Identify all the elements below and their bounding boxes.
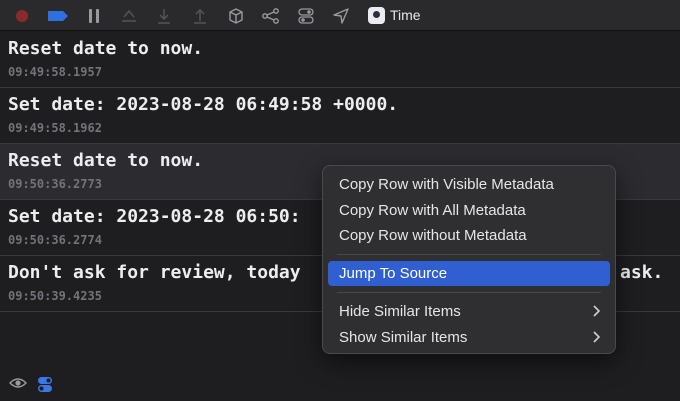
tag-icon[interactable] <box>47 6 69 26</box>
pause-icon[interactable] <box>86 6 102 26</box>
menu-item-jump-to-source[interactable]: Jump To Source <box>328 261 610 286</box>
toolbar: Time <box>0 0 680 31</box>
cube-icon[interactable] <box>227 6 245 26</box>
log-message: Don't ask for review, today <box>8 262 301 283</box>
eye-icon[interactable] <box>9 376 27 395</box>
menu-item-label: Hide Similar Items <box>339 303 461 320</box>
metadata-toggle-icon[interactable] <box>37 376 53 398</box>
download-icon[interactable] <box>156 6 172 26</box>
record-icon[interactable] <box>14 6 30 26</box>
menu-item-copy-all-metadata[interactable]: Copy Row with All Metadata <box>328 198 610 223</box>
log-row[interactable]: Set date: 2023-08-28 06:49:58 +0000. 09:… <box>0 88 680 144</box>
context-menu: Copy Row with Visible Metadata Copy Row … <box>322 165 616 354</box>
upload-icon[interactable] <box>192 6 208 26</box>
log-message: Reset date to now. <box>8 38 204 59</box>
menu-separator <box>337 292 601 293</box>
log-timestamp: 09:49:58.1957 <box>8 65 102 79</box>
log-message-tail: ask. <box>620 262 664 283</box>
chevron-right-icon <box>593 331 600 343</box>
share-icon[interactable] <box>119 6 139 26</box>
graph-icon[interactable] <box>261 6 281 26</box>
log-message: Set date: 2023-08-28 06:49:58 +0000. <box>8 94 399 115</box>
menu-item-copy-without-metadata[interactable]: Copy Row without Metadata <box>328 223 610 248</box>
toggle-icon[interactable] <box>297 6 315 26</box>
app-scheme-icon[interactable] <box>368 7 385 24</box>
log-timestamp: 09:50:39.4235 <box>8 289 102 303</box>
menu-separator <box>337 254 601 255</box>
log-timestamp: 09:50:36.2774 <box>8 233 102 247</box>
log-message: Set date: 2023-08-28 06:50: <box>8 206 301 227</box>
menu-item-hide-similar[interactable]: Hide Similar Items <box>328 299 610 324</box>
location-arrow-icon[interactable] <box>332 6 350 26</box>
log-row[interactable]: Reset date to now. 09:49:58.1957 <box>0 32 680 88</box>
scheme-label[interactable]: Time <box>390 7 421 23</box>
log-timestamp: 09:50:36.2773 <box>8 177 102 191</box>
log-message: Reset date to now. <box>8 150 204 171</box>
menu-item-show-similar[interactable]: Show Similar Items <box>328 325 610 350</box>
chevron-right-icon <box>593 305 600 317</box>
log-timestamp: 09:49:58.1962 <box>8 121 102 135</box>
menu-item-label: Show Similar Items <box>339 329 468 346</box>
menu-item-copy-visible-metadata[interactable]: Copy Row with Visible Metadata <box>328 172 610 197</box>
